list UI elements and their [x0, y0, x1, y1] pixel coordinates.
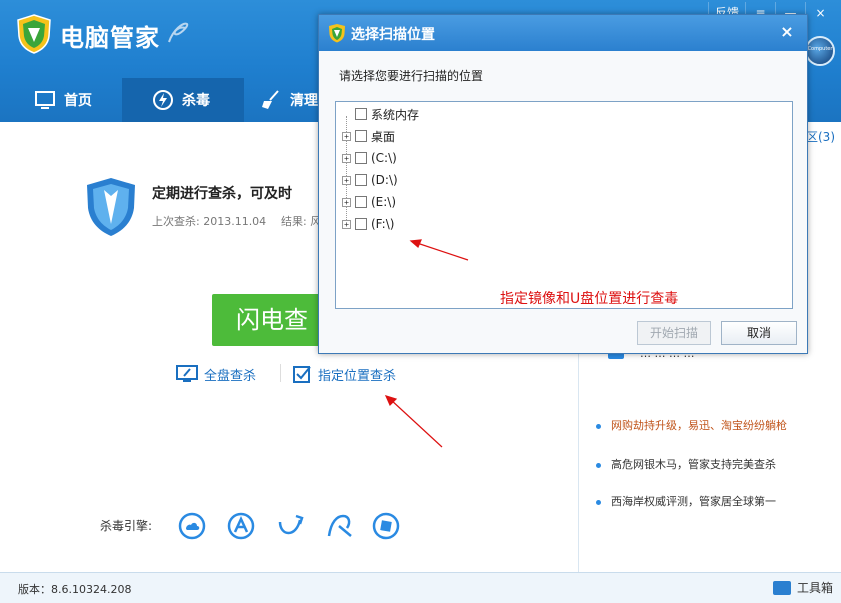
monitor-icon	[35, 91, 55, 109]
scan-location-dialog: 选择扫描位置 × 请选择您要进行扫描的位置 系统内存 + 桌面 + (C:\) …	[318, 14, 808, 354]
avatar-label: Computer	[807, 46, 833, 52]
status-bar: 版本：8.6.10324.208 工具箱	[0, 572, 841, 603]
tree-expand-icon[interactable]: +	[342, 131, 351, 141]
news-item-text: 网购劫持升级，易迅、淘宝纷纷躺枪	[611, 419, 787, 432]
tree-item-memory[interactable]: 系统内存	[342, 105, 419, 123]
app-logo-shield-icon	[17, 14, 51, 54]
full-scan-monitor-icon	[176, 365, 198, 382]
tree-expand-icon[interactable]: +	[342, 219, 351, 229]
tab-antivirus[interactable]: 杀毒	[122, 78, 244, 122]
dialog-title: 选择扫描位置	[351, 27, 435, 43]
main-window: 电脑管家 反馈 ≡ — × Computer 首页 杀毒 清理 定期进行查杀，可…	[0, 0, 841, 603]
toolbox-button[interactable]: 工具箱	[772, 579, 833, 596]
tab-home[interactable]: 首页	[4, 78, 122, 122]
tab-home-label: 首页	[64, 93, 92, 109]
tab-cleanup-label: 清理	[290, 93, 318, 109]
tree-checkbox[interactable]	[355, 108, 367, 120]
news-item[interactable]: 网购劫持升级，易迅、淘宝纷纷躺枪	[596, 417, 787, 433]
tree-item-drive-d[interactable]: + (D:\)	[342, 171, 398, 189]
tree-item-drive-f[interactable]: + (F:\)	[342, 215, 394, 233]
tree-item-label: (F:\)	[371, 217, 395, 231]
custom-scan-link[interactable]: 指定位置查杀	[292, 364, 396, 384]
tree-checkbox[interactable]	[355, 174, 367, 186]
brand-swoosh-icon	[168, 22, 189, 43]
location-tree[interactable]: 系统内存 + 桌面 + (C:\) + (D:\) + (E:\) + (F:\…	[335, 101, 793, 309]
tree-item-drive-e[interactable]: + (E:\)	[342, 193, 396, 211]
toolbox-label: 工具箱	[796, 581, 833, 595]
dialog-body: 请选择您要进行扫描的位置 系统内存 + 桌面 + (C:\) + (D:\) +…	[319, 51, 807, 353]
tree-item-label: 系统内存	[371, 107, 420, 122]
toolbox-icon	[772, 580, 791, 595]
news-item[interactable]: 高危网银木马，管家支持完美查杀	[596, 456, 776, 472]
dialog-logo-shield-icon	[329, 24, 345, 43]
tree-item-drive-c[interactable]: + (C:\)	[342, 149, 397, 167]
full-scan-link[interactable]: 全盘查杀	[176, 364, 256, 384]
news-item[interactable]: 西海岸权威评测，管家居全球第一	[596, 493, 776, 509]
tree-checkbox[interactable]	[355, 196, 367, 208]
tree-checkbox[interactable]	[355, 218, 367, 230]
annotation-text: 指定镜像和U盘位置进行查毒	[500, 291, 679, 307]
system-repair-engine-icon[interactable]	[372, 512, 400, 540]
broom-icon	[262, 90, 279, 109]
cancel-button[interactable]: 取消	[721, 321, 797, 345]
tree-expand-icon[interactable]: +	[342, 175, 351, 185]
dialog-close-button[interactable]: ×	[777, 20, 797, 44]
dialog-prompt: 请选择您要进行扫描的位置	[339, 69, 484, 83]
protection-shield-icon	[87, 178, 135, 236]
custom-scan-label: 指定位置查杀	[318, 368, 397, 384]
last-scan-result: 结果: 风	[281, 215, 322, 228]
close-window-button[interactable]: ×	[805, 2, 835, 24]
tab-antivirus-label: 杀毒	[182, 93, 210, 109]
tree-checkbox[interactable]	[355, 130, 367, 142]
last-scan-date: 上次查杀: 2013.11.04	[152, 215, 267, 228]
news-item-text: 西海岸权威评测，管家居全球第一	[611, 495, 776, 508]
tree-checkbox[interactable]	[355, 152, 367, 164]
bullet-icon	[596, 499, 601, 505]
bullet-icon	[596, 423, 601, 429]
quarantine-zone-link[interactable]: 区(3)	[806, 128, 835, 145]
tree-item-label: (E:\)	[371, 195, 397, 209]
app-title: 电脑管家	[60, 24, 160, 52]
avira-engine-icon[interactable]	[227, 512, 255, 540]
tree-expand-icon[interactable]: +	[342, 153, 351, 163]
news-item-text: 高危网银木马，管家支持完美查杀	[611, 458, 776, 471]
start-scan-button[interactable]: 开始扫描	[637, 321, 711, 345]
tree-item-label: (D:\)	[371, 173, 398, 187]
full-scan-label: 全盘查杀	[204, 368, 257, 384]
cloud-engine-icon[interactable]	[178, 512, 206, 540]
tree-expand-icon[interactable]: +	[342, 197, 351, 207]
tree-item-desktop[interactable]: + 桌面	[342, 127, 395, 145]
bullet-icon	[596, 462, 601, 468]
tree-item-label: 桌面	[371, 129, 396, 144]
checklist-icon	[293, 366, 311, 383]
qvm-engine-icon[interactable]	[276, 512, 304, 540]
scan-headline: 定期进行查杀，可及时	[152, 186, 292, 202]
link-divider	[280, 364, 281, 382]
tree-item-label: (C:\)	[371, 151, 397, 165]
anti-virus-engine-icon[interactable]	[325, 512, 353, 540]
engine-label: 杀毒引擎:	[100, 519, 153, 533]
flash-scan-button[interactable]: 闪电查	[212, 294, 320, 346]
version-label: 版本：8.6.10324.208	[18, 583, 132, 596]
lightning-icon	[153, 90, 173, 110]
dialog-title-bar: 选择扫描位置 ×	[319, 15, 807, 51]
tab-cleanup[interactable]: 清理	[244, 78, 324, 122]
